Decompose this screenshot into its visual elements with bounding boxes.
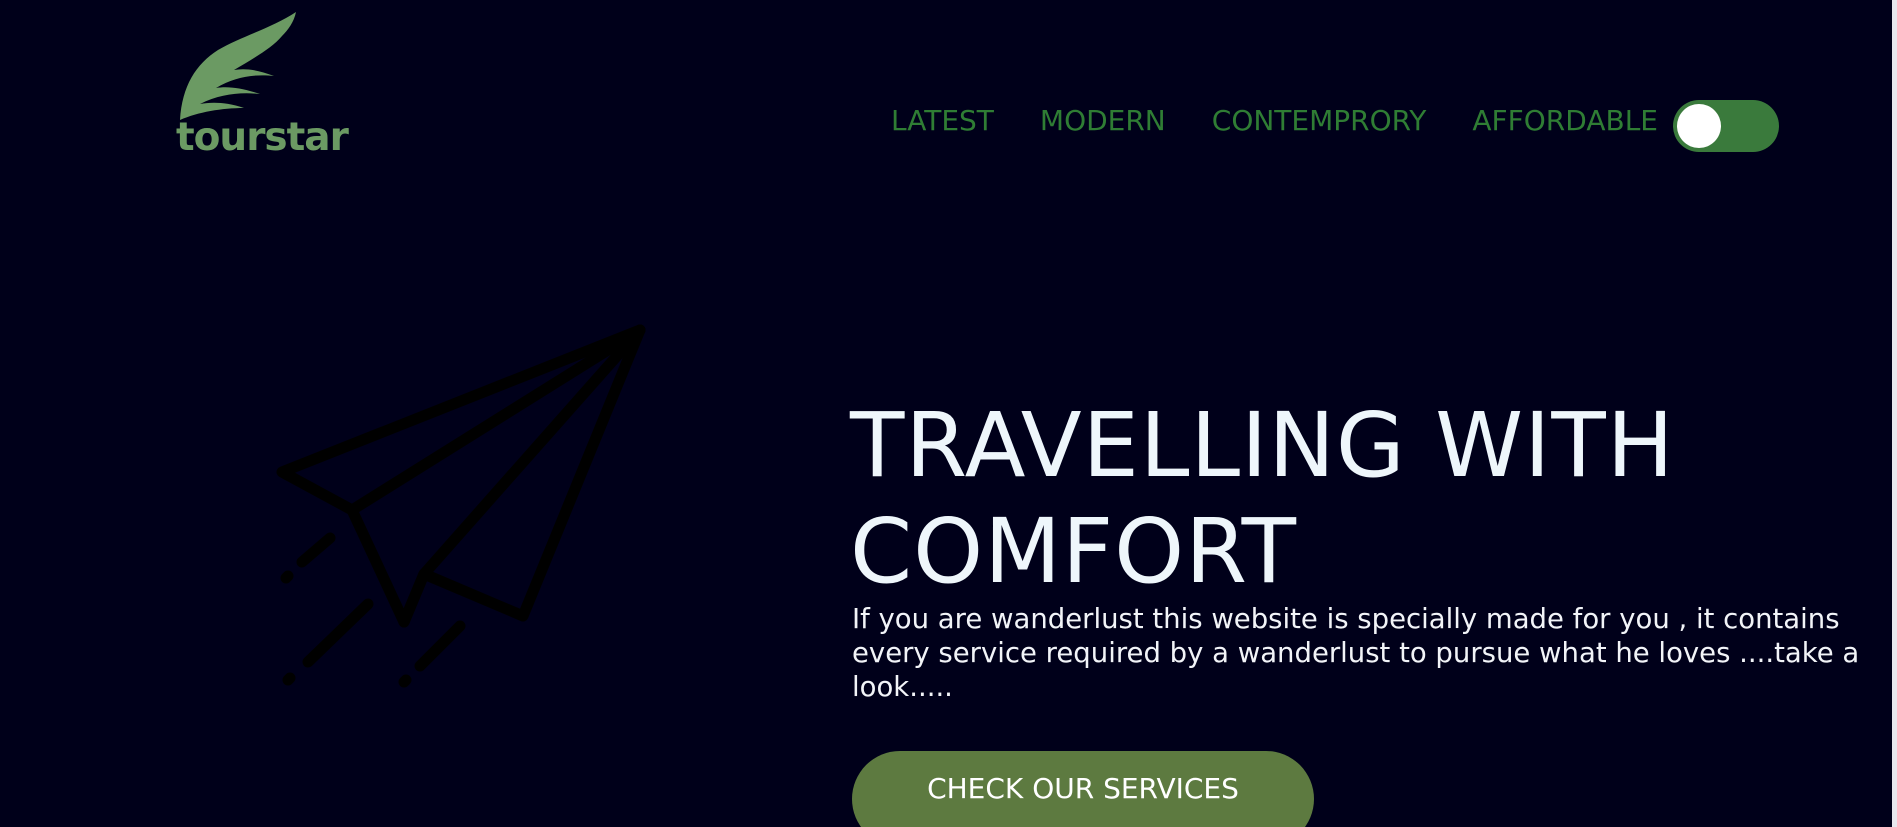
main-nav: LATEST MODERN CONTEMPRORY AFFORDABLE [891, 107, 1658, 135]
scrollbar[interactable] [1892, 0, 1897, 827]
logo-text: tourstar [176, 115, 349, 160]
nav-link-modern[interactable]: MODERN [1040, 107, 1166, 135]
check-services-button[interactable]: CHECK OUR SERVICES [852, 751, 1314, 827]
hero-title-line-2: COMFORT [850, 499, 1297, 603]
wing-icon [180, 12, 296, 120]
nav-link-latest[interactable]: LATEST [891, 107, 994, 135]
theme-toggle[interactable] [1673, 100, 1779, 152]
hero-description: If you are wanderlust this website is sp… [852, 603, 1860, 703]
nav-link-affordable[interactable]: AFFORDABLE [1472, 107, 1658, 135]
toggle-knob [1677, 104, 1721, 148]
hero-title-line-1: TRAVELLING WITH [850, 393, 1675, 497]
landing-page: tourstar LATEST MODERN CONTEMPRORY AFFOR… [0, 0, 1892, 827]
logo[interactable]: tourstar [176, 10, 349, 160]
hero-title: TRAVELLING WITH COMFORT [850, 392, 1850, 604]
paper-plane-icon [276, 324, 646, 688]
nav-link-contemprory[interactable]: CONTEMPRORY [1212, 107, 1427, 135]
